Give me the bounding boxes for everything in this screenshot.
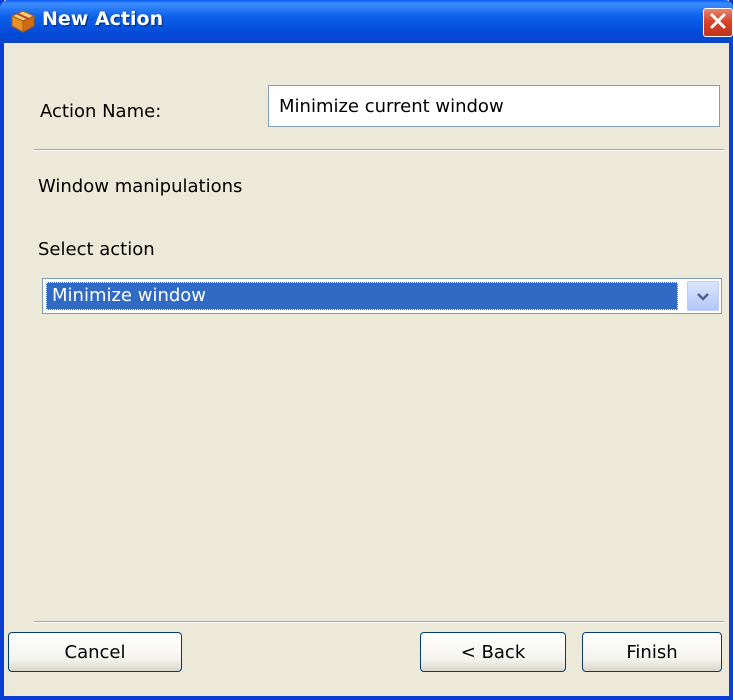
package-box-icon [10,8,36,34]
select-selected-value[interactable]: Minimize window [46,282,678,310]
select-dropdown-button[interactable] [687,281,719,311]
section-heading: Window manipulations [38,176,243,197]
action-name-label: Action Name: [40,101,162,122]
close-button[interactable] [703,8,733,37]
title-bar[interactable]: New Action [0,0,733,43]
window-title: New Action [42,8,164,30]
divider [34,621,724,623]
new-action-dialog: New Action Action Name: Window manipulat… [0,0,733,700]
divider [34,149,724,151]
dialog-body: Action Name: Window manipulations Select… [4,43,729,696]
select-action-label: Select action [38,239,155,260]
chevron-down-icon [696,287,710,306]
cancel-button[interactable]: Cancel [8,632,182,672]
close-x-icon [709,12,727,34]
back-button[interactable]: < Back [420,632,566,672]
action-name-input[interactable] [268,85,720,127]
finish-button[interactable]: Finish [582,632,722,672]
action-select[interactable]: Minimize window [42,278,722,314]
